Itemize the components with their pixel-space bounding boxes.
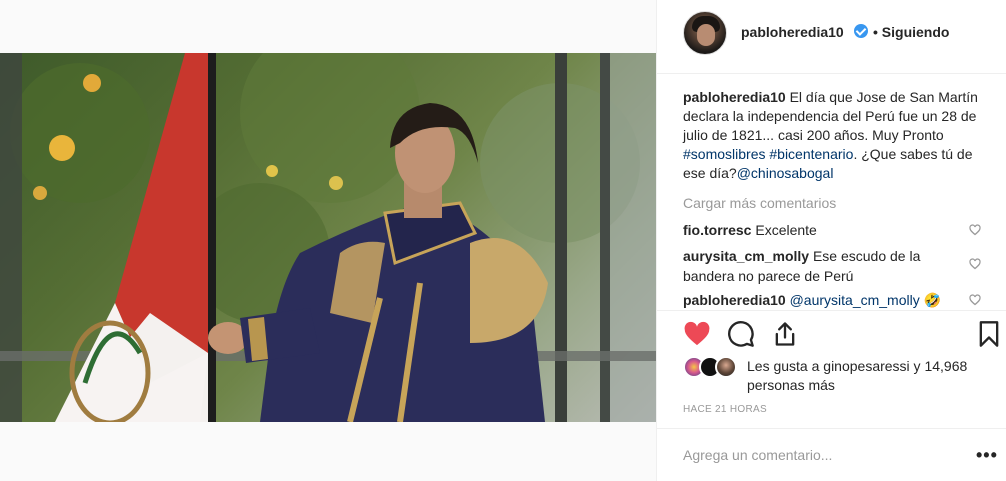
comment-username[interactable]: pabloheredia10 [683,292,786,308]
share-icon[interactable] [771,320,799,348]
comment-like-heart-icon[interactable] [969,224,981,236]
comment-text: Excelente [751,222,817,238]
more-options-icon[interactable]: ••• [976,445,998,466]
likes-prefix: Les gusta a [747,358,824,374]
post-author-username[interactable]: pabloheredia10 [741,24,844,40]
add-comment-section: ••• [657,428,1006,481]
mention-chinosabogal[interactable]: @chinosabogal [737,165,834,181]
comment-username[interactable]: aurysita_cm_molly [683,248,809,264]
liker-avatar[interactable] [715,356,737,378]
comment-item: aurysita_cm_molly Ese escudo de la bande… [683,246,953,286]
post-header: pabloheredia10 • Siguiendo [657,0,1006,74]
comment-item: pabloheredia10 @aurysita_cm_molly 🤣 [683,290,963,310]
comment-like-heart-icon[interactable] [969,294,981,306]
post-timestamp[interactable]: HACE 21 HORAS [683,404,767,415]
post-media-area [0,0,656,481]
comment-username[interactable]: fio.torresc [683,222,751,238]
comment-mention[interactable]: @aurysita_cm_molly [786,292,920,308]
comment-item: fio.torresc Excelente [683,220,963,240]
caption-text: pabloheredia10 El día que Jose de San Ma… [683,88,983,183]
post-actions-bar [657,310,1006,355]
avatar[interactable] [683,11,727,55]
heart-icon[interactable] [683,320,711,348]
hashtag-somoslibres[interactable]: #somoslibres [683,146,765,162]
following-button[interactable]: • Siguiendo [873,24,949,40]
photo-illustration [0,53,656,422]
post-details-panel: pabloheredia10 • Siguiendo pabloheredia1… [656,0,1006,481]
liked-by-username[interactable]: ginopesaressi [823,358,909,374]
likes-text: Les gusta a ginopesaressi y 14,968 perso… [747,357,987,395]
load-more-comments-button[interactable]: Cargar más comentarios [683,195,836,211]
comment-like-heart-icon[interactable] [969,258,981,270]
comment-icon[interactable] [727,320,755,348]
caption: pabloheredia10 El día que Jose de San Ma… [683,88,983,183]
caption-username[interactable]: pabloheredia10 [683,89,786,105]
hashtag-bicentenario[interactable]: #bicentenario [769,146,853,162]
add-comment-input[interactable] [683,443,953,467]
post-photo[interactable] [0,53,656,422]
bookmark-icon[interactable] [975,320,1003,348]
likes-summary: Les gusta a ginopesaressi y 14,968 perso… [683,354,983,394]
comment-text: 🤣 [919,292,942,308]
verified-icon [854,24,868,38]
